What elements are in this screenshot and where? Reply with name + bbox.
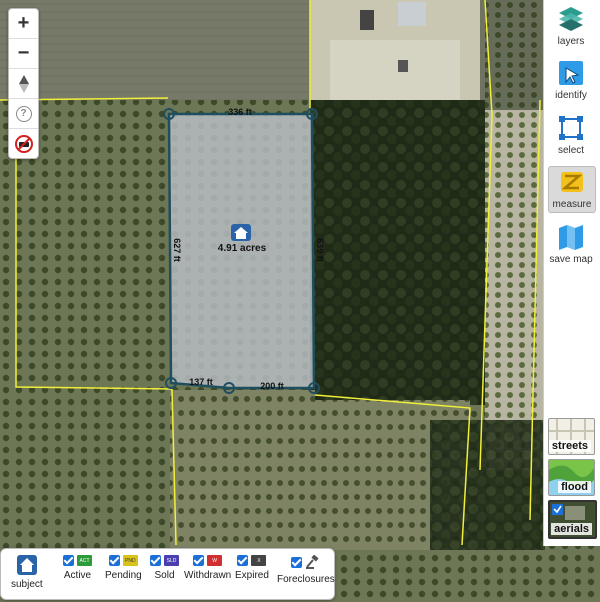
legend-item-sold[interactable]: SLD Sold [150, 555, 179, 581]
select-tool-button[interactable]: select [548, 113, 594, 156]
select-icon [559, 116, 583, 140]
layers-tool-label: layers [557, 36, 585, 47]
active-checkbox[interactable] [63, 555, 74, 566]
legend-label-active: Active [63, 570, 92, 581]
legend-item-foreclosures[interactable]: Foreclosures [277, 555, 335, 585]
dimension-bottom-right: 200 ft [260, 381, 284, 391]
no-cars-button[interactable] [9, 129, 38, 158]
legend-label-sold: Sold [154, 570, 175, 581]
measure-tool-label: measure [552, 199, 592, 210]
no-cars-icon [14, 134, 33, 153]
dimension-right: 639 ft [315, 238, 325, 262]
legend-item-pending[interactable]: PND Pending [105, 555, 142, 581]
aerials-layer-button[interactable]: aerials [548, 500, 597, 539]
subject-legend-label: subject [11, 579, 43, 590]
subject-house-icon[interactable] [231, 224, 251, 241]
zoom-in-button[interactable]: + [9, 9, 38, 39]
aerial-map[interactable]: 4.91 acres 336 ft 627 ft 639 ft 137 ft 2… [0, 0, 600, 602]
flood-layer-button[interactable]: flood [548, 459, 595, 496]
legend-item-expired[interactable]: X Expired [235, 555, 269, 581]
subject-house-icon [16, 555, 37, 575]
save-map-icon [559, 225, 583, 250]
expired-flag-icon: X [251, 555, 267, 566]
sold-checkbox[interactable] [150, 555, 161, 566]
subject-legend-item[interactable]: subject [11, 555, 43, 590]
legend-label-pending: Pending [105, 570, 142, 581]
aerials-layer-label: aerials [551, 523, 592, 535]
expired-checkbox[interactable] [237, 555, 249, 566]
save-map-tool-label: save map [549, 254, 593, 265]
help-button[interactable]: ? [9, 99, 38, 129]
measure-tool-button[interactable]: measure [548, 166, 596, 213]
identify-tool-button[interactable]: identify [548, 58, 594, 101]
withdrawn-flag-icon: W [207, 555, 223, 566]
legend-label-withdrawn: Withdrawn [184, 570, 232, 581]
legend-item-active[interactable]: ACT Active [63, 555, 92, 581]
parcel-area-label: 4.91 acres [218, 243, 267, 254]
compass-button[interactable] [9, 69, 38, 99]
legend-item-withdrawn[interactable]: W Withdrawn [184, 555, 231, 581]
help-icon: ? [15, 105, 32, 122]
identify-icon [559, 61, 583, 85]
flood-layer-label: flood [558, 481, 591, 493]
save-map-tool-button[interactable]: save map [548, 222, 594, 265]
legend-label-foreclosures: Foreclosures [277, 574, 335, 585]
measure-icon [561, 172, 583, 192]
layers-tool-button[interactable]: layers [548, 4, 594, 47]
gavel-icon [306, 555, 319, 569]
sold-flag-icon: SLD [164, 555, 179, 566]
identify-tool-label: identify [555, 90, 587, 101]
dimension-top: 336 ft [228, 107, 252, 117]
pending-flag-icon: PND [122, 555, 138, 566]
pending-checkbox[interactable] [108, 555, 120, 566]
withdrawn-checkbox[interactable] [193, 555, 205, 566]
legend-label-expired: Expired [235, 570, 269, 581]
status-legend: subject ACT Active PND Pending SLD Sold … [0, 548, 335, 600]
select-tool-label: select [557, 145, 585, 156]
layers-icon [559, 7, 583, 31]
dimension-bottom-left: 137 ft [189, 377, 213, 387]
foreclosures-checkbox[interactable] [291, 557, 303, 568]
dimension-left: 627 ft [172, 238, 182, 262]
zoom-out-button[interactable]: − [9, 39, 38, 69]
streets-layer-button[interactable]: streets [548, 418, 595, 455]
active-flag-icon: ACT [77, 555, 92, 566]
map-controls: + − ? [8, 8, 39, 159]
compass-icon [18, 74, 29, 93]
streets-layer-label: streets [549, 440, 591, 452]
